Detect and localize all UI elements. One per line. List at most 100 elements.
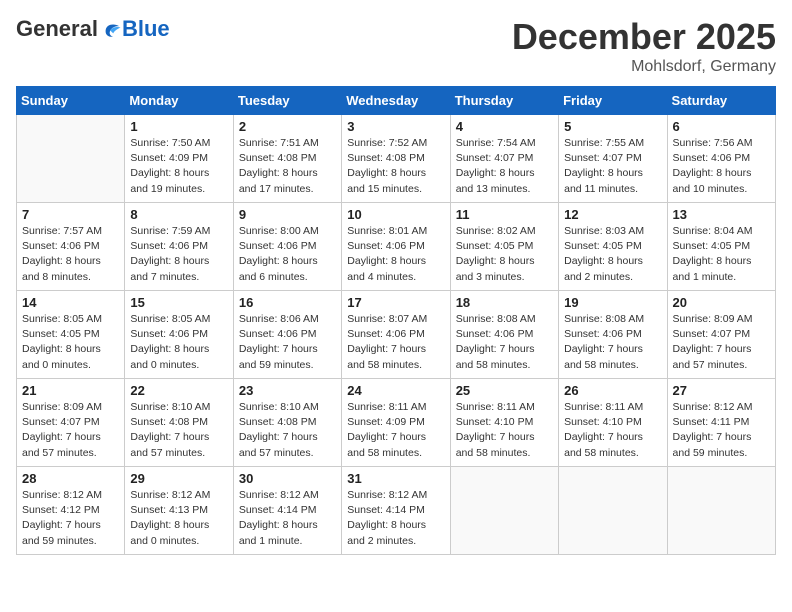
weekday-header-monday: Monday <box>125 87 233 115</box>
day-info: Sunrise: 7:50 AMSunset: 4:09 PMDaylight:… <box>130 136 227 197</box>
day-info: Sunrise: 8:03 AMSunset: 4:05 PMDaylight:… <box>564 224 661 285</box>
calendar-week-row: 21Sunrise: 8:09 AMSunset: 4:07 PMDayligh… <box>17 379 776 467</box>
day-info: Sunrise: 8:09 AMSunset: 4:07 PMDaylight:… <box>22 400 119 461</box>
location-text: Mohlsdorf, Germany <box>512 58 776 76</box>
day-number: 1 <box>130 119 227 134</box>
day-info: Sunrise: 7:52 AMSunset: 4:08 PMDaylight:… <box>347 136 444 197</box>
calendar-cell: 7 Sunrise: 7:57 AMSunset: 4:06 PMDaylight… <box>17 203 125 291</box>
day-info: Sunrise: 7:59 AMSunset: 4:06 PMDaylight:… <box>130 224 227 285</box>
day-info: Sunrise: 8:04 AMSunset: 4:05 PMDaylight:… <box>673 224 770 285</box>
calendar-cell: 8 Sunrise: 7:59 AMSunset: 4:06 PMDaylight… <box>125 203 233 291</box>
calendar-cell: 24Sunrise: 8:11 AMSunset: 4:09 PMDayligh… <box>342 379 450 467</box>
day-number: 31 <box>347 471 444 486</box>
weekday-header-wednesday: Wednesday <box>342 87 450 115</box>
day-info: Sunrise: 8:01 AMSunset: 4:06 PMDaylight:… <box>347 224 444 285</box>
calendar-cell: 23 Sunrise: 8:10 AMSunset: 4:08 PMDayligh… <box>233 379 341 467</box>
day-number: 6 <box>673 119 770 134</box>
day-info: Sunrise: 7:56 AMSunset: 4:06 PMDaylight:… <box>673 136 770 197</box>
calendar-cell: 26Sunrise: 8:11 AMSunset: 4:10 PMDayligh… <box>559 379 667 467</box>
calendar-cell: 13 Sunrise: 8:04 AMSunset: 4:05 PMDayligh… <box>667 203 775 291</box>
calendar-cell: 28 Sunrise: 8:12 AMSunset: 4:12 PMDayligh… <box>17 467 125 555</box>
day-number: 9 <box>239 207 336 222</box>
day-number: 15 <box>130 295 227 310</box>
calendar-cell: 14Sunrise: 8:05 AMSunset: 4:05 PMDayligh… <box>17 291 125 379</box>
day-info: Sunrise: 8:12 AMSunset: 4:14 PMDaylight:… <box>239 488 336 549</box>
calendar-cell: 6 Sunrise: 7:56 AMSunset: 4:06 PMDaylight… <box>667 115 775 203</box>
title-block: December 2025 Mohlsdorf, Germany <box>512 16 776 76</box>
day-number: 8 <box>130 207 227 222</box>
logo: General Blue <box>16 16 170 42</box>
calendar-cell <box>667 467 775 555</box>
calendar-cell: 25 Sunrise: 8:11 AMSunset: 4:10 PMDayligh… <box>450 379 558 467</box>
calendar-table: SundayMondayTuesdayWednesdayThursdayFrid… <box>16 86 776 555</box>
weekday-header-saturday: Saturday <box>667 87 775 115</box>
calendar-week-row: 7 Sunrise: 7:57 AMSunset: 4:06 PMDaylight… <box>17 203 776 291</box>
logo-blue-text: Blue <box>122 16 170 42</box>
calendar-cell <box>559 467 667 555</box>
calendar-cell: 11Sunrise: 8:02 AMSunset: 4:05 PMDayligh… <box>450 203 558 291</box>
calendar-cell: 3 Sunrise: 7:52 AMSunset: 4:08 PMDaylight… <box>342 115 450 203</box>
weekday-header-thursday: Thursday <box>450 87 558 115</box>
day-number: 29 <box>130 471 227 486</box>
weekday-header-row: SundayMondayTuesdayWednesdayThursdayFrid… <box>17 87 776 115</box>
day-number: 23 <box>239 383 336 398</box>
calendar-cell: 29 Sunrise: 8:12 AMSunset: 4:13 PMDayligh… <box>125 467 233 555</box>
day-info: Sunrise: 8:12 AMSunset: 4:13 PMDaylight:… <box>130 488 227 549</box>
day-info: Sunrise: 8:12 AMSunset: 4:11 PMDaylight:… <box>673 400 770 461</box>
calendar-week-row: 1 Sunrise: 7:50 AMSunset: 4:09 PMDaylight… <box>17 115 776 203</box>
day-info: Sunrise: 8:12 AMSunset: 4:12 PMDaylight:… <box>22 488 119 549</box>
day-info: Sunrise: 7:51 AMSunset: 4:08 PMDaylight:… <box>239 136 336 197</box>
day-number: 3 <box>347 119 444 134</box>
calendar-cell: 15 Sunrise: 8:05 AMSunset: 4:06 PMDayligh… <box>125 291 233 379</box>
day-info: Sunrise: 8:07 AMSunset: 4:06 PMDaylight:… <box>347 312 444 373</box>
day-info: Sunrise: 8:06 AMSunset: 4:06 PMDaylight:… <box>239 312 336 373</box>
day-number: 7 <box>22 207 119 222</box>
day-number: 13 <box>673 207 770 222</box>
day-number: 2 <box>239 119 336 134</box>
day-number: 25 <box>456 383 553 398</box>
day-info: Sunrise: 7:55 AMSunset: 4:07 PMDaylight:… <box>564 136 661 197</box>
day-info: Sunrise: 7:54 AMSunset: 4:07 PMDaylight:… <box>456 136 553 197</box>
day-number: 11 <box>456 207 553 222</box>
day-number: 28 <box>22 471 119 486</box>
calendar-cell: 31Sunrise: 8:12 AMSunset: 4:14 PMDayligh… <box>342 467 450 555</box>
month-title: December 2025 <box>512 16 776 58</box>
day-info: Sunrise: 8:11 AMSunset: 4:10 PMDaylight:… <box>456 400 553 461</box>
weekday-header-tuesday: Tuesday <box>233 87 341 115</box>
day-info: Sunrise: 8:11 AMSunset: 4:09 PMDaylight:… <box>347 400 444 461</box>
calendar-cell <box>450 467 558 555</box>
day-number: 10 <box>347 207 444 222</box>
calendar-week-row: 28 Sunrise: 8:12 AMSunset: 4:12 PMDayligh… <box>17 467 776 555</box>
calendar-cell: 10 Sunrise: 8:01 AMSunset: 4:06 PMDayligh… <box>342 203 450 291</box>
day-info: Sunrise: 8:05 AMSunset: 4:06 PMDaylight:… <box>130 312 227 373</box>
weekday-header-friday: Friday <box>559 87 667 115</box>
day-info: Sunrise: 8:10 AMSunset: 4:08 PMDaylight:… <box>239 400 336 461</box>
logo-general-text: General <box>16 16 98 42</box>
calendar-cell: 27 Sunrise: 8:12 AMSunset: 4:11 PMDayligh… <box>667 379 775 467</box>
day-number: 18 <box>456 295 553 310</box>
day-info: Sunrise: 7:57 AMSunset: 4:06 PMDaylight:… <box>22 224 119 285</box>
calendar-cell: 30Sunrise: 8:12 AMSunset: 4:14 PMDayligh… <box>233 467 341 555</box>
day-info: Sunrise: 8:08 AMSunset: 4:06 PMDaylight:… <box>564 312 661 373</box>
day-number: 26 <box>564 383 661 398</box>
calendar-cell: 9Sunrise: 8:00 AMSunset: 4:06 PMDaylight… <box>233 203 341 291</box>
day-number: 22 <box>130 383 227 398</box>
day-info: Sunrise: 8:08 AMSunset: 4:06 PMDaylight:… <box>456 312 553 373</box>
day-number: 27 <box>673 383 770 398</box>
day-number: 4 <box>456 119 553 134</box>
calendar-body: 1 Sunrise: 7:50 AMSunset: 4:09 PMDaylight… <box>17 115 776 555</box>
weekday-header-sunday: Sunday <box>17 87 125 115</box>
day-number: 14 <box>22 295 119 310</box>
calendar-cell: 22Sunrise: 8:10 AMSunset: 4:08 PMDayligh… <box>125 379 233 467</box>
logo-bird-icon <box>100 18 122 40</box>
calendar-cell <box>17 115 125 203</box>
day-number: 12 <box>564 207 661 222</box>
calendar-cell: 18 Sunrise: 8:08 AMSunset: 4:06 PMDayligh… <box>450 291 558 379</box>
calendar-cell: 17Sunrise: 8:07 AMSunset: 4:06 PMDayligh… <box>342 291 450 379</box>
calendar-cell: 21Sunrise: 8:09 AMSunset: 4:07 PMDayligh… <box>17 379 125 467</box>
day-number: 19 <box>564 295 661 310</box>
calendar-cell: 20 Sunrise: 8:09 AMSunset: 4:07 PMDayligh… <box>667 291 775 379</box>
day-number: 20 <box>673 295 770 310</box>
day-info: Sunrise: 8:09 AMSunset: 4:07 PMDaylight:… <box>673 312 770 373</box>
calendar-cell: 12 Sunrise: 8:03 AMSunset: 4:05 PMDayligh… <box>559 203 667 291</box>
